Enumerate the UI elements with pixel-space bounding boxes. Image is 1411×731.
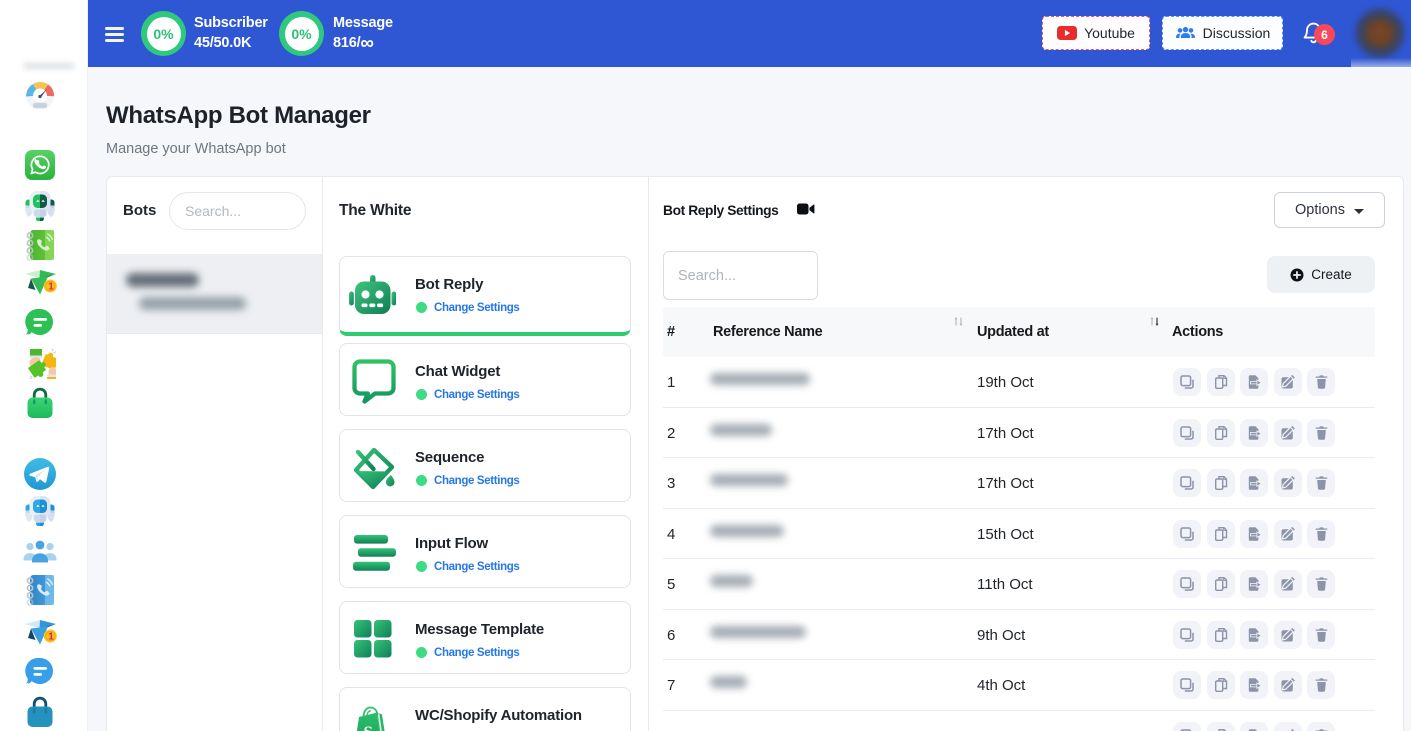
svg-text:1: 1 [48, 632, 54, 643]
svg-text:1: 1 [48, 282, 54, 293]
svg-text:S: S [364, 723, 373, 731]
